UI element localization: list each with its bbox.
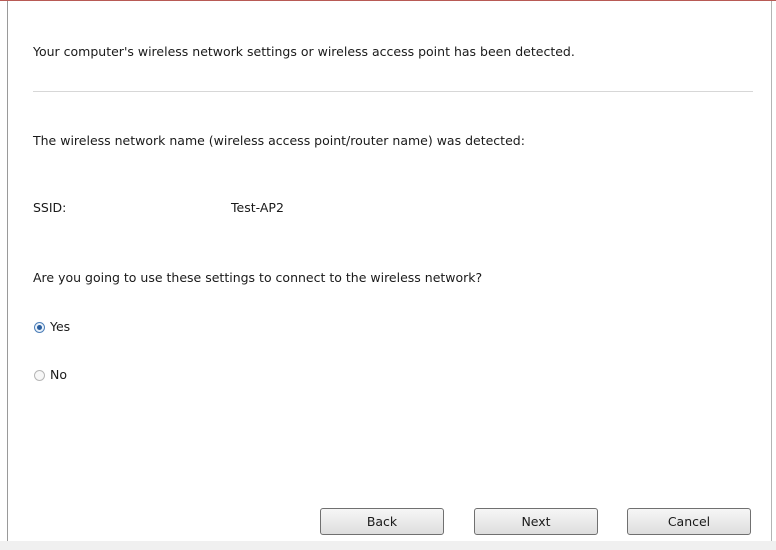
window-top-border [0,0,776,1]
ssid-label: SSID: [33,200,67,215]
back-button[interactable]: Back [320,508,444,535]
radio-no[interactable]: No [34,367,67,383]
next-button[interactable]: Next [474,508,598,535]
divider [33,91,753,92]
radio-yes[interactable]: Yes [34,319,70,335]
connect-question: Are you going to use these settings to c… [33,270,483,285]
ssid-value: Test-AP2 [231,200,284,215]
cancel-button[interactable]: Cancel [627,508,751,535]
window-bottom-edge [0,541,776,550]
radio-no-label: No [50,367,67,382]
detected-message: Your computer's wireless network setting… [33,44,575,59]
panel-right-border [771,1,772,541]
panel-left-border [7,1,8,541]
radio-yes-label: Yes [50,319,71,334]
radio-no-indicator[interactable] [34,369,45,381]
radio-yes-indicator[interactable] [34,321,45,333]
network-name-message: The wireless network name (wireless acce… [33,133,525,148]
